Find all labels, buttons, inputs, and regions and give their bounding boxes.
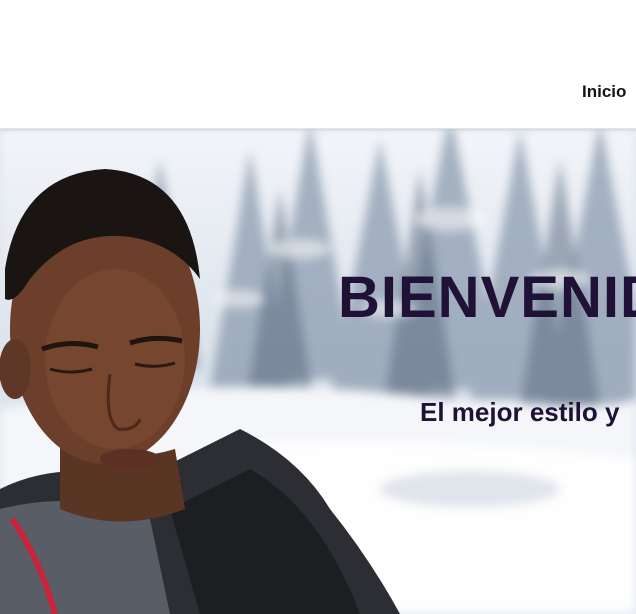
hero-person-image [0,169,400,614]
hero-title: BIENVENID [338,265,636,330]
hero-subtitle: El mejor estilo y [420,397,620,427]
hero-banner: BIENVENID El mejor estilo y [0,129,636,614]
site-header: Inicio [0,0,636,129]
nav-link-inicio[interactable]: Inicio [582,82,626,102]
